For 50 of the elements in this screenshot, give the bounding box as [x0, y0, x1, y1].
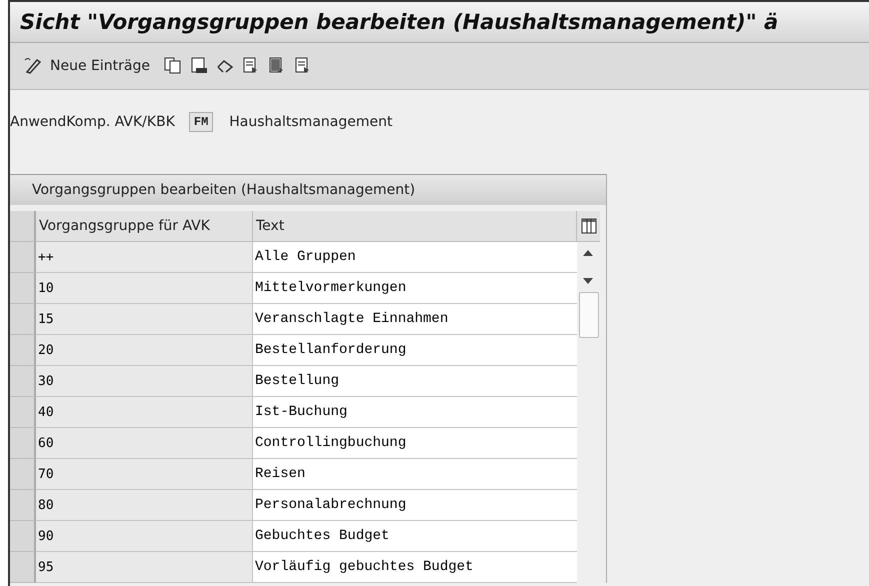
copy-icon[interactable] [164, 57, 182, 75]
table-cell: Personalabrechnung [253, 490, 577, 521]
input-field[interactable]: FM [188, 112, 214, 132]
row-selector[interactable] [10, 366, 36, 397]
table-cell: Mittelvormerkungen [253, 273, 577, 304]
scroll-up-icon[interactable] [583, 250, 593, 256]
row-selector[interactable] [10, 459, 36, 490]
row-selector[interactable] [10, 335, 36, 366]
pen-icon[interactable] [24, 57, 42, 75]
table-cell: Vorläufig gebuchtes Budget [253, 552, 577, 583]
table-cell: 70 [36, 459, 253, 490]
table-cell: Bestellanforderung [253, 335, 577, 366]
table-cell: Alle Gruppen [253, 242, 577, 273]
row-selector[interactable] [10, 521, 36, 552]
table-cell: 60 [36, 428, 253, 459]
table-cell: 20 [36, 335, 253, 366]
row-selector[interactable] [10, 273, 36, 304]
table-cell: 90 [36, 521, 253, 552]
table-cell: Reisen [253, 459, 577, 490]
window-title: Sicht "Vorgangsgruppen bearbeiten (Haushaltsmanagement)" ä [20, 10, 778, 34]
table-cell: 30 [36, 366, 253, 397]
row-selector[interactable] [10, 490, 36, 521]
select-all-button[interactable] [10, 211, 36, 242]
table-title: Vorgangsgruppen bearbeiten (Haushaltsmanagement) [10, 174, 606, 205]
field-label: AnwendKomp. AVK/KBK [10, 114, 175, 130]
field-description: Haushaltsmanagement [229, 114, 392, 130]
undo-icon[interactable] [216, 57, 234, 75]
new-entries-button[interactable]: Neue Einträge [50, 58, 150, 74]
column-header[interactable]: Text [253, 211, 577, 242]
row-selector[interactable] [10, 397, 36, 428]
scroll-down-icon[interactable] [583, 278, 593, 284]
column-settings-icon[interactable] [580, 218, 596, 234]
table-cell: Ist-Buchung [253, 397, 577, 428]
column-header[interactable]: Vorgangsgruppe für AVK [36, 211, 253, 242]
table-cell: Bestellung [253, 366, 577, 397]
table-cell: Controllingbuchung [253, 428, 577, 459]
table-cell: Gebuchtes Budget [253, 521, 577, 552]
table-cell: ++ [36, 242, 253, 273]
table-cell: 15 [36, 304, 253, 335]
table-cell: 40 [36, 397, 253, 428]
table-cell: 80 [36, 490, 253, 521]
row-selector[interactable] [10, 552, 36, 583]
row-selector[interactable] [10, 304, 36, 335]
table-cell: 10 [36, 273, 253, 304]
table-cell: Veranschlagte Einnahmen [253, 304, 577, 335]
table-cell: 95 [36, 552, 253, 583]
row-selector[interactable] [10, 428, 36, 459]
row-selector[interactable] [10, 242, 36, 273]
delete-icon[interactable] [190, 57, 208, 75]
scroll-thumb[interactable] [579, 292, 599, 338]
